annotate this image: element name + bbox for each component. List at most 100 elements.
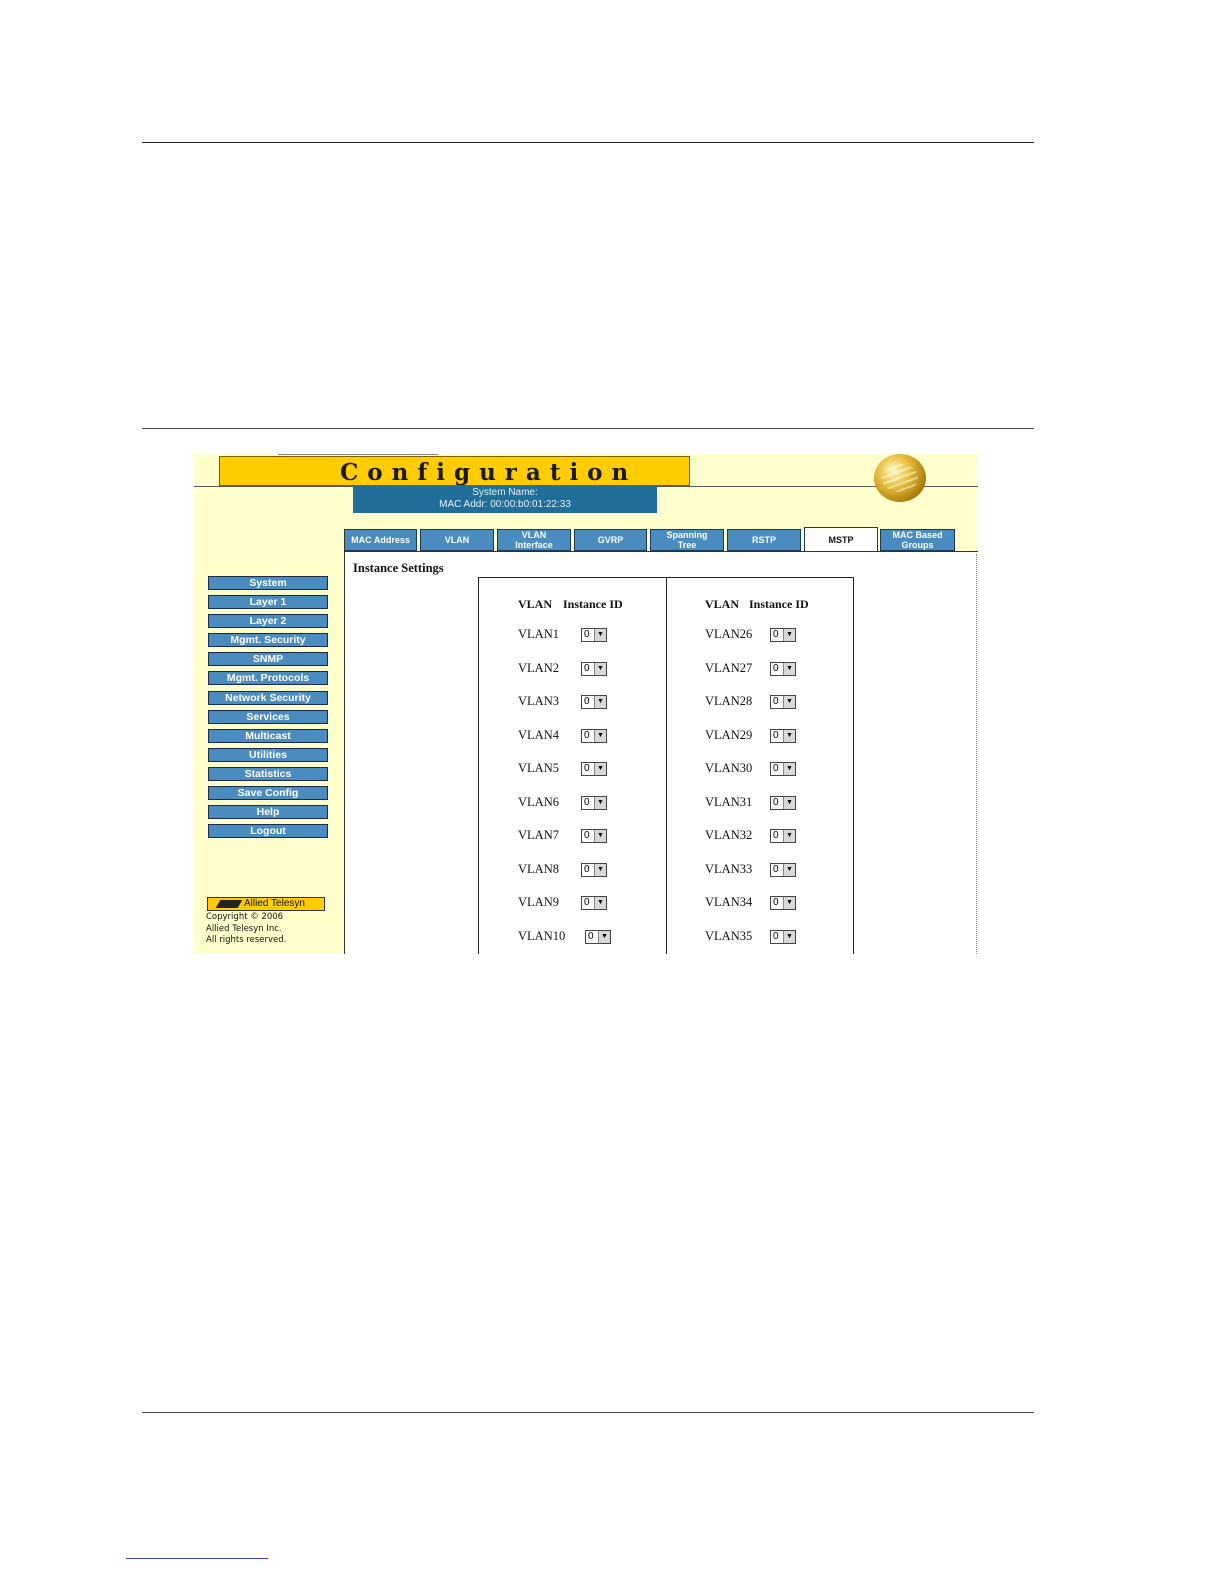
nav-mgmt-security[interactable]: Mgmt. Security bbox=[208, 633, 328, 647]
page-rule-top bbox=[142, 142, 1034, 143]
section-title: Instance Settings bbox=[353, 561, 444, 575]
chevron-down-icon[interactable]: ▼ bbox=[783, 930, 795, 943]
chevron-down-icon[interactable]: ▼ bbox=[783, 629, 795, 641]
left-instance-select[interactable]: 0 ▼ bbox=[581, 661, 607, 676]
left-instance-select[interactable]: 0 ▼ bbox=[581, 829, 607, 843]
chevron-down-icon[interactable]: ▼ bbox=[783, 729, 795, 742]
nav-services[interactable]: Services bbox=[208, 710, 328, 724]
tab-vlan-interface[interactable]: VLAN Interface bbox=[497, 529, 571, 551]
tab-mac-based-groups[interactable]: MAC Based Groups bbox=[880, 529, 955, 551]
nav-system[interactable]: System bbox=[208, 576, 328, 590]
left-vlan-label: VLAN7 bbox=[518, 828, 559, 842]
instance-settings-table: VLAN Instance ID VLAN Instance ID VLAN1 0… bbox=[478, 577, 854, 954]
nav-network-security[interactable]: Network Security bbox=[208, 691, 328, 705]
nav-statistics[interactable]: Statistics bbox=[208, 767, 328, 781]
tab-mac-address[interactable]: MAC Address bbox=[344, 529, 417, 551]
right-instance-select[interactable]: 0 ▼ bbox=[770, 661, 796, 676]
instance-select-value: 0 bbox=[773, 897, 779, 908]
chevron-down-icon[interactable]: ▼ bbox=[594, 897, 606, 909]
chevron-down-icon[interactable]: ▼ bbox=[594, 796, 606, 809]
main-content: Instance Settings VLAN Instance ID VLAN … bbox=[345, 552, 977, 954]
left-instance-select[interactable]: 0 ▼ bbox=[581, 862, 607, 877]
nav-save-config[interactable]: Save Config bbox=[208, 786, 328, 800]
mac-addr-value: 00:00:b0:01:22:33 bbox=[490, 499, 571, 510]
page-rule-bottom bbox=[142, 1412, 1034, 1413]
right-instance-select[interactable]: 0 ▼ bbox=[770, 695, 796, 709]
right-instance-select[interactable]: 0 ▼ bbox=[770, 628, 796, 642]
tab-gvrp[interactable]: GVRP bbox=[574, 529, 647, 551]
right-instance-select[interactable]: 0 ▼ bbox=[770, 762, 796, 776]
column-divider bbox=[666, 578, 667, 954]
chevron-down-icon[interactable]: ▼ bbox=[783, 662, 795, 675]
tab-spanning-tree[interactable]: Spanning Tree bbox=[650, 529, 724, 551]
page-title: Configuration bbox=[340, 459, 638, 486]
instance-select-value: 0 bbox=[584, 863, 590, 875]
nav-help[interactable]: Help bbox=[208, 805, 328, 819]
nav-layer-1[interactable]: Layer 1 bbox=[208, 595, 328, 609]
right-instance-select[interactable]: 0 ▼ bbox=[770, 728, 796, 743]
nav-snmp[interactable]: SNMP bbox=[208, 652, 328, 666]
nav-logout[interactable]: Logout bbox=[208, 824, 328, 838]
instance-select-value: 0 bbox=[773, 662, 779, 674]
left-vlan-label: VLAN2 bbox=[518, 660, 559, 675]
right-vlan-label: VLAN28 bbox=[705, 694, 753, 708]
chevron-down-icon[interactable]: ▼ bbox=[783, 796, 795, 809]
nav-utilities[interactable]: Utilities bbox=[208, 748, 328, 762]
copyright-line-2: Allied Telesyn Inc. bbox=[206, 924, 282, 934]
left-vlan-label: VLAN8 bbox=[518, 861, 559, 876]
chevron-down-icon[interactable]: ▼ bbox=[594, 763, 606, 775]
top-strip bbox=[278, 454, 438, 455]
instance-select-value: 0 bbox=[773, 863, 779, 875]
chevron-down-icon[interactable]: ▼ bbox=[594, 662, 606, 675]
chevron-down-icon[interactable]: ▼ bbox=[594, 863, 606, 876]
tab-mstp[interactable]: MSTP bbox=[804, 527, 878, 552]
chevron-down-icon[interactable]: ▼ bbox=[783, 763, 795, 775]
left-instance-select[interactable]: 0 ▼ bbox=[581, 795, 607, 810]
left-vlan-label: VLAN4 bbox=[518, 727, 559, 742]
chevron-down-icon[interactable]: ▼ bbox=[594, 696, 606, 708]
left-instance-select[interactable]: 0 ▼ bbox=[581, 628, 607, 642]
instance-select-value: 0 bbox=[773, 729, 779, 741]
instance-select-value: 0 bbox=[773, 629, 779, 640]
left-instance-select[interactable]: 0 ▼ bbox=[581, 896, 607, 910]
chevron-down-icon[interactable]: ▼ bbox=[594, 830, 606, 842]
tab-rstp[interactable]: RSTP bbox=[727, 529, 801, 551]
chevron-down-icon[interactable]: ▼ bbox=[594, 629, 606, 641]
nav-multicast[interactable]: Multicast bbox=[208, 729, 328, 743]
left-instance-select[interactable]: 0 ▼ bbox=[581, 728, 607, 743]
mac-addr-line: MAC Addr: 00:00:b0:01:22:33 bbox=[353, 499, 657, 511]
system-name-label: System Name: bbox=[472, 487, 538, 498]
instance-select-value: 0 bbox=[584, 629, 590, 640]
instance-select-value: 0 bbox=[584, 796, 590, 808]
nav-layer-2[interactable]: Layer 2 bbox=[208, 614, 328, 628]
title-bar: Configuration bbox=[219, 456, 690, 486]
left-instance-select[interactable]: 0 ▼ bbox=[581, 695, 607, 709]
left-instance-select[interactable]: 0 ▼ bbox=[581, 762, 607, 776]
copyright-line-1: Copyright © 2006 bbox=[206, 912, 284, 922]
system-info-box: System Name: MAC Addr: 00:00:b0:01:22:33 bbox=[353, 486, 657, 513]
left-instance-select[interactable]: 0 ▼ bbox=[585, 929, 611, 944]
left-vlan-label: VLAN3 bbox=[518, 694, 559, 708]
right-instance-select[interactable]: 0 ▼ bbox=[770, 829, 796, 843]
chevron-down-icon[interactable]: ▼ bbox=[594, 729, 606, 742]
chevron-down-icon[interactable]: ▼ bbox=[598, 930, 610, 943]
copyright-line-3: All rights reserved. bbox=[206, 935, 287, 945]
right-instance-select[interactable]: 0 ▼ bbox=[770, 929, 796, 944]
instance-select-value: 0 bbox=[773, 796, 779, 808]
chevron-down-icon[interactable]: ▼ bbox=[783, 830, 795, 842]
right-instance-select[interactable]: 0 ▼ bbox=[770, 862, 796, 877]
right-header-instance: Instance ID bbox=[749, 597, 809, 611]
nav-mgmt-protocols[interactable]: Mgmt. Protocols bbox=[208, 671, 328, 685]
right-instance-select[interactable]: 0 ▼ bbox=[770, 896, 796, 910]
right-vlan-label: VLAN35 bbox=[705, 928, 753, 943]
chevron-down-icon[interactable]: ▼ bbox=[783, 863, 795, 876]
instance-select-value: 0 bbox=[584, 830, 590, 841]
tab-vlan[interactable]: VLAN bbox=[420, 529, 494, 551]
chevron-down-icon[interactable]: ▼ bbox=[783, 696, 795, 708]
instance-select-value: 0 bbox=[584, 696, 590, 707]
left-vlan-label: VLAN6 bbox=[518, 794, 559, 809]
chevron-down-icon[interactable]: ▼ bbox=[783, 897, 795, 909]
left-vlan-label: VLAN5 bbox=[518, 761, 559, 775]
frame-right-edge bbox=[976, 554, 977, 954]
right-instance-select[interactable]: 0 ▼ bbox=[770, 795, 796, 810]
